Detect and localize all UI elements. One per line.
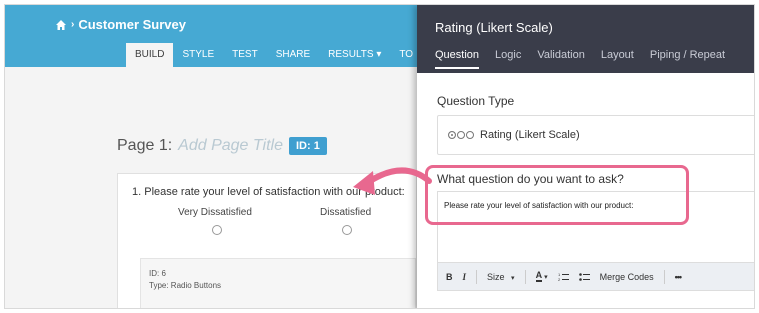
question-meta-box: ID: 6 Type: Radio Buttons [140, 258, 416, 308]
font-size-dropdown[interactable]: Size ▾ [487, 272, 515, 282]
screenshot-frame: › Customer Survey BUILD STYLE TEST SHARE… [4, 4, 755, 309]
scale-label-dissatisfied: Dissatisfied [320, 207, 372, 218]
font-color-button[interactable]: A ▾ [535, 270, 548, 282]
toolbar-divider [663, 269, 665, 284]
bulleted-list-icon[interactable] [578, 272, 590, 282]
tab-results[interactable]: RESULTS ▾ [319, 43, 390, 67]
highlight-box [425, 165, 689, 225]
question-type-value: Rating (Likert Scale) [480, 129, 580, 141]
toolbar-divider [476, 269, 478, 284]
bold-button[interactable]: B [446, 272, 453, 282]
page-heading: Page 1: Add Page Title ID: 1 [117, 137, 327, 155]
tab-piping-repeat[interactable]: Piping / Repeat [650, 49, 725, 69]
radio-very-dissatisfied[interactable] [212, 225, 222, 235]
panel-tabs: Question Logic Validation Layout Piping … [435, 49, 725, 69]
toolbar-divider [524, 269, 526, 284]
chevron-down-icon: ▾ [544, 273, 548, 281]
page-id-badge: ID: 1 [288, 137, 327, 155]
question-meta-id: ID: 6 [149, 269, 166, 278]
chevron-down-icon: ▾ [511, 274, 515, 282]
pointer-arrow-icon [353, 167, 432, 195]
tab-build[interactable]: BUILD [126, 43, 174, 67]
builder-nav-tabs: BUILD STYLE TEST SHARE RESULTS ▾ TO [126, 43, 422, 67]
tab-style[interactable]: STYLE [173, 43, 223, 67]
scale-label-very-dissatisfied: Very Dissatisfied [178, 207, 252, 218]
merge-codes-button[interactable]: Merge Codes [600, 272, 654, 282]
breadcrumb: › Customer Survey [55, 17, 186, 32]
numbered-list-icon[interactable]: 1 2 [558, 272, 569, 282]
tab-validation[interactable]: Validation [537, 49, 585, 69]
panel-title: Rating (Likert Scale) [435, 20, 553, 35]
more-options-icon[interactable]: ••• [675, 272, 683, 282]
panel-header: Rating (Likert Scale) Question Logic Val… [417, 5, 754, 73]
tab-layout[interactable]: Layout [601, 49, 634, 69]
chevron-right-icon: › [71, 19, 75, 30]
tab-question[interactable]: Question [435, 49, 480, 69]
page-label: Page 1: [117, 137, 173, 154]
question-type-label: Question Type [437, 94, 515, 108]
question-editor-panel: Rating (Likert Scale) Question Logic Val… [417, 5, 754, 308]
tab-share[interactable]: SHARE [267, 43, 319, 67]
likert-scale-icon [448, 131, 474, 139]
italic-button[interactable]: I [463, 272, 467, 282]
builder-topbar: › Customer Survey BUILD STYLE TEST SHARE… [5, 5, 417, 67]
font-size-label: Size [487, 271, 505, 282]
survey-title[interactable]: Customer Survey [78, 17, 186, 32]
svg-text:2: 2 [558, 277, 561, 282]
page-title-placeholder[interactable]: Add Page Title [178, 137, 283, 155]
radio-dissatisfied[interactable] [342, 225, 352, 235]
font-color-icon: A [535, 270, 543, 282]
question-type-select[interactable]: Rating (Likert Scale) [437, 115, 754, 155]
tab-logic[interactable]: Logic [495, 49, 521, 69]
editor-toolbar: B I Size ▾ A ▾ 1 2 Merge Codes ••• [438, 262, 754, 290]
home-icon[interactable] [55, 19, 67, 31]
tab-test[interactable]: TEST [223, 43, 267, 67]
question-meta-type: Type: Radio Buttons [149, 281, 222, 290]
